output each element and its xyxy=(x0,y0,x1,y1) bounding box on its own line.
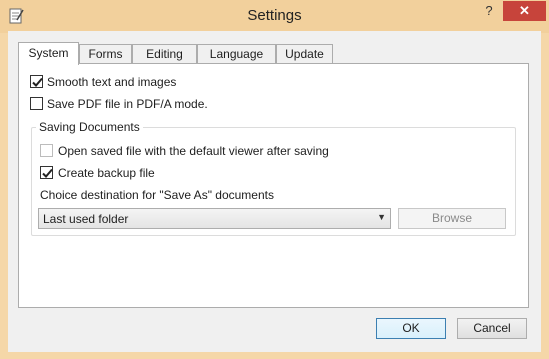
destination-select-value: Last used folder xyxy=(43,212,129,226)
tab-forms[interactable]: Forms xyxy=(79,44,132,64)
ok-button[interactable]: OK xyxy=(376,318,446,339)
tab-system[interactable]: System xyxy=(18,42,79,65)
title-bar: Settings ? ✕ xyxy=(0,0,549,33)
tab-editing[interactable]: Editing xyxy=(132,44,197,64)
pdfa-checkbox[interactable] xyxy=(30,97,43,110)
checkmark-icon xyxy=(32,77,43,87)
pdfa-label[interactable]: Save PDF file in PDF/A mode. xyxy=(47,97,208,111)
create-backup-checkbox[interactable] xyxy=(40,166,53,179)
open-after-save-label[interactable]: Open saved file with the default viewer … xyxy=(58,144,329,158)
tab-language[interactable]: Language xyxy=(197,44,276,64)
destination-label: Choice destination for "Save As" documen… xyxy=(40,188,274,202)
smooth-text-label[interactable]: Smooth text and images xyxy=(47,75,176,89)
open-after-save-checkbox[interactable] xyxy=(40,144,53,157)
window-title: Settings xyxy=(247,7,302,24)
create-backup-label[interactable]: Create backup file xyxy=(58,166,155,180)
cancel-button[interactable]: Cancel xyxy=(457,318,527,339)
tab-update[interactable]: Update xyxy=(276,44,333,64)
smooth-text-checkbox[interactable] xyxy=(30,75,43,88)
destination-select[interactable]: Last used folder ▼ xyxy=(38,208,391,229)
saving-documents-title: Saving Documents xyxy=(36,120,143,134)
close-button[interactable]: ✕ xyxy=(503,1,546,21)
browse-button[interactable]: Browse xyxy=(398,208,506,229)
checkmark-icon xyxy=(42,168,53,178)
settings-window: Settings ? ✕ System Forms Editing Langua… xyxy=(0,0,549,359)
chevron-down-icon: ▼ xyxy=(377,212,386,222)
help-button[interactable]: ? xyxy=(476,1,502,21)
